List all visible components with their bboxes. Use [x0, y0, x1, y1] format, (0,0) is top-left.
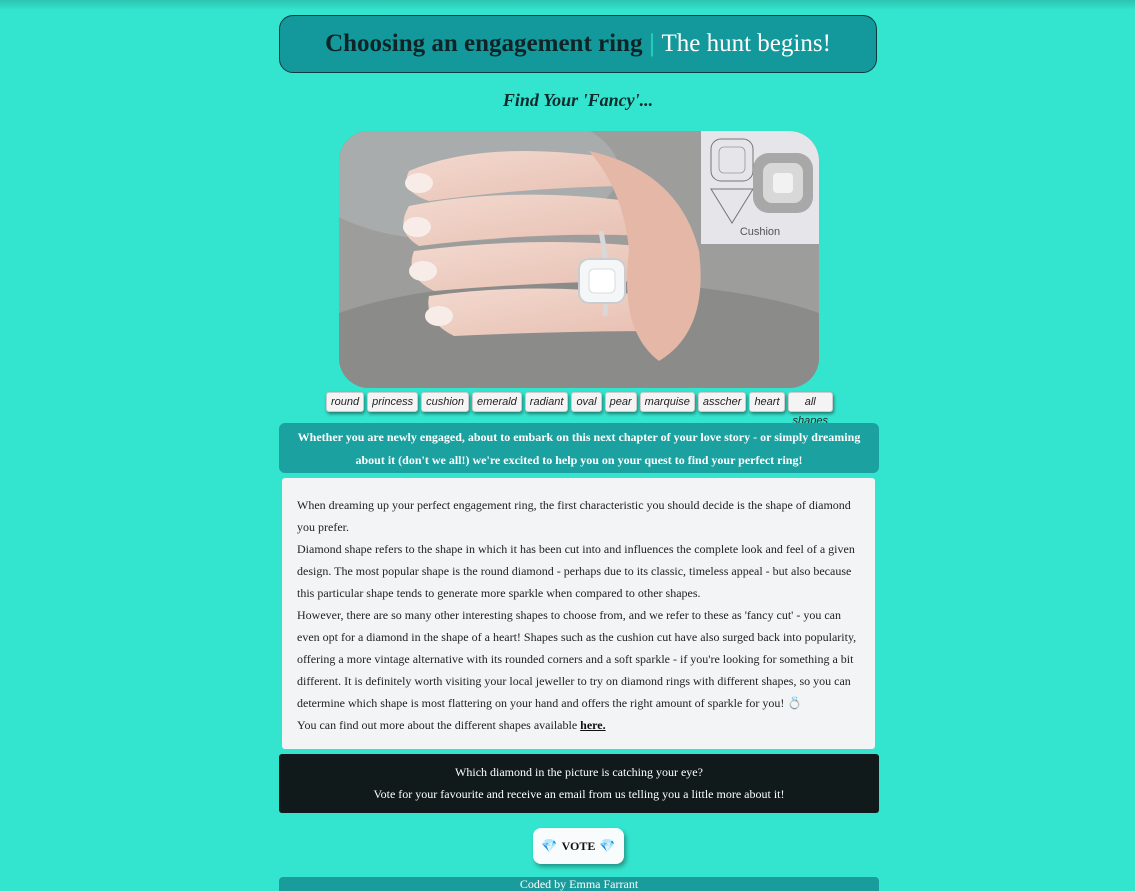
- vote-button[interactable]: 💎 VOTE 💎: [533, 828, 624, 864]
- article-paragraph-3: However, there are so many other interes…: [297, 608, 857, 710]
- vote-prompt-detail: Vote for your favourite and receive an e…: [373, 787, 785, 801]
- article-body: When dreaming up your perfect engagement…: [282, 478, 875, 749]
- top-shade: [0, 0, 1135, 10]
- page-footer: Coded by Emma Farrant: [279, 877, 879, 891]
- shape-button-pear[interactable]: pear: [604, 392, 637, 412]
- vote-button-label: VOTE: [561, 838, 596, 853]
- ring-photo: Cushion: [339, 131, 819, 388]
- shape-button-oval[interactable]: oval: [571, 392, 602, 412]
- shape-filter-bar: round princess cushion emerald radiant o…: [326, 392, 833, 427]
- article-paragraph-4-text: You can find out more about the differen…: [297, 718, 578, 732]
- page-header: Choosing an engagement ring | The hunt b…: [279, 15, 877, 73]
- shapes-link[interactable]: here.: [580, 718, 605, 732]
- vote-prompt-question: Which diamond in the picture is catching…: [455, 765, 703, 779]
- shape-button-marquise[interactable]: marquise: [639, 392, 695, 412]
- page-tagline: The hunt begins!: [661, 30, 831, 57]
- article-paragraph-4: You can find out more about the differen…: [297, 714, 860, 736]
- shape-button-asscher[interactable]: asscher: [697, 392, 747, 412]
- shape-button-cushion[interactable]: cushion: [421, 392, 470, 412]
- vote-prompt: Which diamond in the picture is catching…: [279, 754, 879, 813]
- gem-icon: 💎: [541, 838, 558, 853]
- shape-button-round[interactable]: round: [326, 392, 365, 412]
- shape-button-heart[interactable]: heart: [749, 392, 785, 412]
- shape-button-emerald[interactable]: emerald: [472, 392, 522, 412]
- intro-banner: Whether you are newly engaged, about to …: [279, 423, 879, 473]
- shape-button-princess[interactable]: princess: [367, 392, 419, 412]
- gem-icon: 💎: [599, 838, 616, 853]
- shape-button-radiant[interactable]: radiant: [524, 392, 569, 412]
- title-separator: |: [649, 30, 655, 57]
- shape-button-all-shapes[interactable]: all shapes: [787, 392, 833, 427]
- article-paragraph-1: When dreaming up your perfect engagement…: [297, 498, 851, 534]
- page-title: Choosing an engagement ring: [325, 30, 643, 57]
- cushion-diagram-icon: [710, 138, 813, 224]
- shape-inset: Cushion: [701, 131, 819, 244]
- inset-caption: Cushion: [739, 226, 781, 238]
- article-paragraph-2: Diamond shape refers to the shape in whi…: [297, 542, 855, 600]
- page-subtitle: Find Your 'Fancy'...: [502, 90, 654, 110]
